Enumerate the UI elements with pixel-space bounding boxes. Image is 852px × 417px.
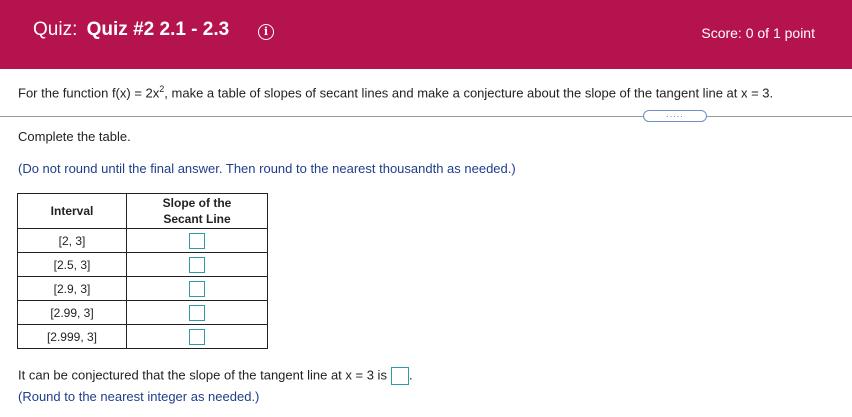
conjecture-text: It can be conjectured that the slope of … bbox=[18, 367, 387, 383]
quiz-title: Quiz: Quiz #2 2.1 - 2.3 bbox=[33, 19, 229, 41]
slope-column-header: Slope of the Secant Line bbox=[126, 193, 268, 229]
quiz-name: Quiz #2 2.1 - 2.3 bbox=[86, 19, 230, 40]
slope-header-line2: Secant Line bbox=[163, 212, 231, 226]
score-label: Score: 0 of 1 point bbox=[701, 25, 815, 41]
rounding-instruction: (Do not round until the final answer. Th… bbox=[18, 161, 516, 176]
question-text-after: , make a table of slopes of secant lines… bbox=[164, 85, 774, 101]
table-header-row: Interval Slope of the Secant Line bbox=[17, 193, 268, 229]
slope-header-line1: Slope of the bbox=[162, 196, 232, 210]
interval-column-header: Interval bbox=[17, 193, 127, 229]
interval-cell: [2, 3] bbox=[17, 228, 127, 253]
slope-cell bbox=[126, 276, 268, 301]
slope-cell bbox=[126, 300, 268, 325]
info-icon[interactable]: i bbox=[258, 24, 274, 40]
slope-answer-input[interactable] bbox=[189, 256, 205, 273]
question-text-before: For the function f(x) = 2x bbox=[18, 85, 160, 101]
conjecture-sentence: It can be conjectured that the slope of … bbox=[18, 367, 413, 385]
slope-answer-input[interactable] bbox=[189, 280, 205, 297]
interval-cell: [2.5, 3] bbox=[17, 252, 127, 277]
secant-slope-table: Interval Slope of the Secant Line [2, 3]… bbox=[17, 193, 268, 349]
slope-cell bbox=[126, 228, 268, 253]
tangent-slope-answer-input[interactable] bbox=[390, 367, 409, 385]
interval-cell: [2.9, 3] bbox=[17, 276, 127, 301]
slope-answer-input[interactable] bbox=[189, 328, 205, 345]
question-text: For the function f(x) = 2x2, make a tabl… bbox=[18, 84, 773, 100]
slope-cell bbox=[126, 324, 268, 349]
expand-more-button[interactable]: ..... bbox=[643, 110, 707, 122]
table-row: [2.9, 3] bbox=[17, 276, 268, 301]
quiz-title-prefix: Quiz: bbox=[33, 19, 78, 40]
table-row: [2.5, 3] bbox=[17, 252, 268, 277]
interval-cell: [2.999, 3] bbox=[17, 324, 127, 349]
slope-answer-input[interactable] bbox=[189, 304, 205, 321]
quiz-header: Quiz: Quiz #2 2.1 - 2.3 i Score: 0 of 1 … bbox=[0, 0, 852, 69]
table-row: [2.99, 3] bbox=[17, 300, 268, 325]
interval-cell: [2.99, 3] bbox=[17, 300, 127, 325]
round-integer-note: (Round to the nearest integer as needed.… bbox=[18, 389, 260, 404]
section-divider bbox=[0, 116, 852, 117]
table-row: [2, 3] bbox=[17, 228, 268, 253]
table-row: [2.999, 3] bbox=[17, 324, 268, 349]
slope-cell bbox=[126, 252, 268, 277]
complete-table-instruction: Complete the table. bbox=[18, 129, 131, 144]
slope-answer-input[interactable] bbox=[189, 232, 205, 249]
conjecture-period: . bbox=[408, 367, 413, 383]
